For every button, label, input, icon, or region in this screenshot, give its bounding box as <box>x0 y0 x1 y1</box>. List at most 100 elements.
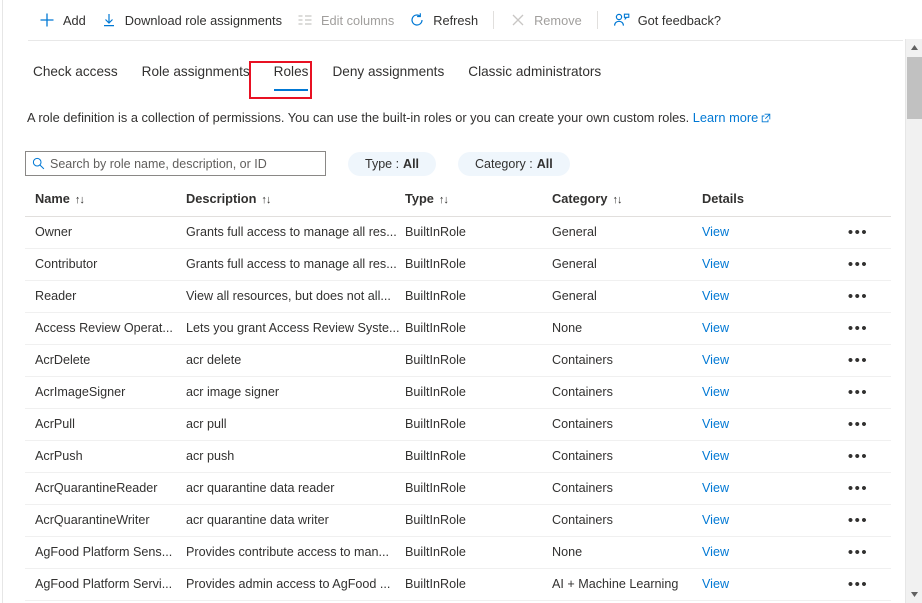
tab-role-assignments[interactable]: Role assignments <box>130 58 262 83</box>
filter-pill-category[interactable]: Category : All <box>458 151 570 176</box>
remove-button[interactable]: Remove <box>502 0 589 40</box>
table-row[interactable]: Owner Grants full access to manage all re… <box>25 217 891 249</box>
cell-details: View <box>702 577 762 591</box>
cell-name: Owner <box>35 225 73 239</box>
cell-description: acr quarantine data writer <box>186 513 329 527</box>
cell-more-actions: ••• <box>845 349 875 371</box>
cell-description: Grants full access to manage all res... <box>186 257 397 271</box>
more-actions-ellipsis-icon[interactable]: ••• <box>845 253 871 275</box>
search-input[interactable] <box>50 153 305 174</box>
refresh-button[interactable]: Refresh <box>401 0 485 40</box>
filter-pill-type[interactable]: Type : All <box>348 151 437 176</box>
scrollbar-thumb[interactable] <box>907 57 922 119</box>
column-header-category[interactable]: Category ↑↓ <box>552 191 717 206</box>
more-actions-ellipsis-icon[interactable]: ••• <box>845 381 871 403</box>
cell-category: Containers <box>552 385 613 399</box>
cell-details: View <box>702 353 762 367</box>
view-details-link[interactable]: View <box>702 353 729 367</box>
edit-columns-label: Edit columns <box>320 12 395 28</box>
table-row[interactable]: AcrImageSigner acr image signer BuiltInRol… <box>25 377 891 409</box>
cell-more-actions: ••• <box>845 221 875 243</box>
add-button[interactable]: Add <box>31 0 93 40</box>
add-label: Add <box>63 12 86 28</box>
search-box[interactable] <box>25 151 326 176</box>
remove-label: Remove <box>534 12 582 28</box>
cell-description: Lets you grant Access Review Syste... <box>186 321 400 335</box>
column-header-name[interactable]: Name ↑↓ <box>35 191 183 206</box>
more-actions-ellipsis-icon[interactable]: ••• <box>845 221 871 243</box>
view-details-link[interactable]: View <box>702 225 729 239</box>
view-details-link[interactable]: View <box>702 577 729 591</box>
table-row[interactable]: AcrQuarantineReader acr quarantine data r… <box>25 473 891 505</box>
more-actions-ellipsis-icon[interactable]: ••• <box>845 477 871 499</box>
view-details-link[interactable]: View <box>702 481 729 495</box>
table-header-row: Name ↑↓ Description ↑↓ Type ↑↓ Category ↑↓ D… <box>25 186 891 217</box>
got-feedback-button[interactable]: Got feedback? <box>606 0 728 40</box>
scrollbar-down-arrow-icon[interactable] <box>906 586 922 603</box>
edit-columns-button[interactable]: Edit columns <box>289 0 401 40</box>
tab-roles-label: Roles <box>273 64 309 79</box>
tab-classic-administrators[interactable]: Classic administrators <box>456 58 613 83</box>
cell-name: Contributor <box>35 257 98 271</box>
view-details-link[interactable]: View <box>702 321 729 335</box>
cell-name: AcrDelete <box>35 353 91 367</box>
view-details-link[interactable]: View <box>702 385 729 399</box>
column-header-details-label: Details <box>702 191 744 206</box>
tab-check-access[interactable]: Check access <box>21 58 130 83</box>
cell-description: acr delete <box>186 353 242 367</box>
column-header-description[interactable]: Description ↑↓ <box>186 191 401 206</box>
download-icon <box>100 11 118 29</box>
sort-icon: ↑↓ <box>74 194 85 206</box>
more-actions-ellipsis-icon[interactable]: ••• <box>845 349 871 371</box>
view-details-link[interactable]: View <box>702 449 729 463</box>
cell-name: AgFood Platform Servi... <box>35 577 173 591</box>
vertical-scrollbar[interactable] <box>905 39 922 603</box>
cell-description: Provides admin access to AgFood ... <box>186 577 391 591</box>
cell-type: BuiltInRole <box>405 257 466 271</box>
tab-deny-assignments[interactable]: Deny assignments <box>320 58 456 83</box>
cell-details: View <box>702 481 762 495</box>
more-actions-ellipsis-icon[interactable]: ••• <box>845 285 871 307</box>
more-actions-ellipsis-icon[interactable]: ••• <box>845 445 871 467</box>
table-row[interactable]: AcrPull acr pull BuiltInRole Containers View… <box>25 409 891 441</box>
tab-roles[interactable]: Roles <box>262 58 321 91</box>
roles-table: Name ↑↓ Description ↑↓ Type ↑↓ Category ↑↓ D… <box>25 186 891 601</box>
filter-pill-category-label: Category : <box>475 156 533 171</box>
cell-details: View <box>702 417 762 431</box>
sort-icon: ↑↓ <box>438 194 449 206</box>
more-actions-ellipsis-icon[interactable]: ••• <box>845 573 871 595</box>
scrollbar-up-arrow-icon[interactable] <box>906 39 922 56</box>
cell-type: BuiltInRole <box>405 513 466 527</box>
feedback-person-icon <box>613 11 631 29</box>
table-row[interactable]: AgFood Platform Sens... Provides contribu… <box>25 537 891 569</box>
table-row[interactable]: Access Review Operat... Lets you grant Ac… <box>25 313 891 345</box>
more-actions-ellipsis-icon[interactable]: ••• <box>845 509 871 531</box>
more-actions-ellipsis-icon[interactable]: ••• <box>845 541 871 563</box>
table-row[interactable]: AcrQuarantineWriter acr quarantine data w… <box>25 505 891 537</box>
table-row[interactable]: AcrDelete acr delete BuiltInRole Containers… <box>25 345 891 377</box>
cell-more-actions: ••• <box>845 541 875 563</box>
view-details-link[interactable]: View <box>702 289 729 303</box>
column-header-name-label: Name <box>35 191 70 206</box>
learn-more-link[interactable]: Learn more <box>693 110 758 125</box>
table-row[interactable]: Contributor Grants full access to manage … <box>25 249 891 281</box>
cell-details: View <box>702 449 762 463</box>
table-row[interactable]: Reader View all resources, but does not a… <box>25 281 891 313</box>
table-row[interactable]: AgFood Platform Servi... Provides admin a… <box>25 569 891 601</box>
filter-pill-category-value: All <box>536 156 553 171</box>
view-details-link[interactable]: View <box>702 257 729 271</box>
view-details-link[interactable]: View <box>702 545 729 559</box>
column-header-type[interactable]: Type ↑↓ <box>405 191 545 206</box>
sort-icon: ↑↓ <box>261 194 271 206</box>
table-row[interactable]: AcrPush acr push BuiltInRole Containers View… <box>25 441 891 473</box>
cell-category: General <box>552 225 597 239</box>
download-role-assignments-button[interactable]: Download role assignments <box>93 0 289 40</box>
cell-more-actions: ••• <box>845 285 875 307</box>
tab-role-assignments-label: Role assignments <box>141 64 250 79</box>
more-actions-ellipsis-icon[interactable]: ••• <box>845 317 871 339</box>
cell-details: View <box>702 225 762 239</box>
view-details-link[interactable]: View <box>702 417 729 431</box>
command-toolbar: Add Download role assignments Edit colum… <box>3 0 906 40</box>
view-details-link[interactable]: View <box>702 513 729 527</box>
more-actions-ellipsis-icon[interactable]: ••• <box>845 413 871 435</box>
